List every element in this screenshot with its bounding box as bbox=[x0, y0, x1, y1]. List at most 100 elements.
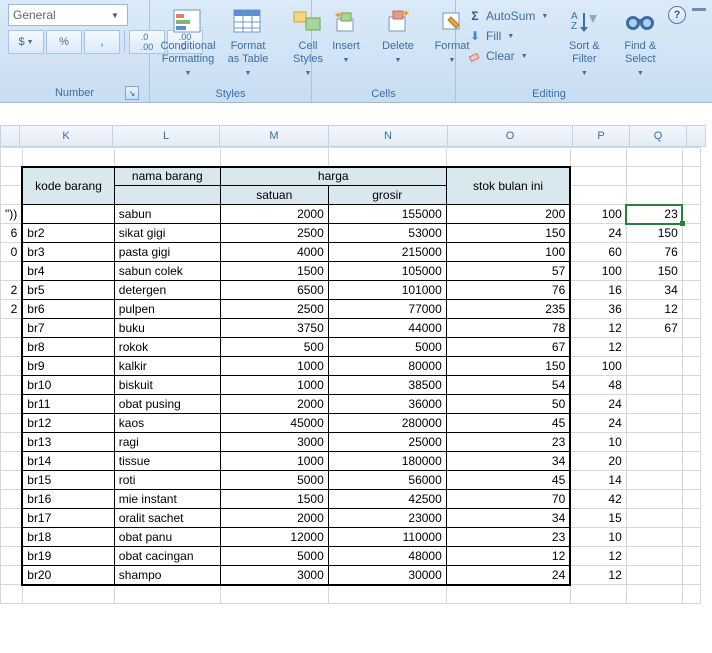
cell[interactable]: br11 bbox=[22, 395, 114, 414]
header-satuan[interactable]: satuan bbox=[220, 186, 328, 205]
help-icon[interactable]: ? bbox=[668, 6, 686, 24]
cell[interactable]: 36000 bbox=[328, 395, 446, 414]
header-stok[interactable]: stok bulan ini bbox=[446, 167, 570, 205]
cell[interactable]: 100 bbox=[446, 243, 570, 262]
cell[interactable]: 45 bbox=[446, 471, 570, 490]
cell[interactable]: 60 bbox=[570, 243, 626, 262]
col-header-q[interactable]: Q bbox=[630, 125, 687, 147]
grid-row[interactable]: br17oralit sachet2000230003415 bbox=[1, 509, 701, 528]
cell[interactable]: 12 bbox=[570, 566, 626, 585]
cell[interactable]: 150 bbox=[626, 224, 682, 243]
col-header-p[interactable]: P bbox=[573, 125, 630, 147]
grid-row[interactable]: 6br2sikat gigi25005300015024150 bbox=[1, 224, 701, 243]
cell[interactable]: 48 bbox=[570, 376, 626, 395]
cell[interactable]: 155000 bbox=[328, 205, 446, 224]
cell[interactable] bbox=[682, 471, 700, 490]
cell[interactable] bbox=[1, 357, 23, 376]
cell[interactable] bbox=[682, 376, 700, 395]
cell[interactable]: 100 bbox=[570, 205, 626, 224]
sort-filter-button[interactable]: AZ Sort & Filter ▼ bbox=[556, 4, 612, 86]
cell[interactable]: 25000 bbox=[328, 433, 446, 452]
cell[interactable]: 14 bbox=[570, 471, 626, 490]
cell[interactable] bbox=[626, 433, 682, 452]
cell[interactable] bbox=[682, 357, 700, 376]
cell[interactable]: br4 bbox=[22, 262, 114, 281]
cell[interactable]: roti bbox=[114, 471, 220, 490]
header-kode-barang[interactable]: kode barang bbox=[22, 167, 114, 205]
cell[interactable] bbox=[1, 376, 23, 395]
cell[interactable]: sabun bbox=[114, 205, 220, 224]
cell[interactable] bbox=[1, 395, 23, 414]
grid-row[interactable]: 2br6pulpen2500770002353612 bbox=[1, 300, 701, 319]
cell[interactable]: br15 bbox=[22, 471, 114, 490]
cell[interactable]: 20 bbox=[570, 452, 626, 471]
cell[interactable]: 76 bbox=[626, 243, 682, 262]
cell[interactable] bbox=[682, 319, 700, 338]
cell[interactable]: 105000 bbox=[328, 262, 446, 281]
cell[interactable]: br2 bbox=[22, 224, 114, 243]
cell[interactable]: 3750 bbox=[220, 319, 328, 338]
cell[interactable]: obat panu bbox=[114, 528, 220, 547]
cell[interactable] bbox=[1, 433, 23, 452]
cell[interactable]: 100 bbox=[570, 357, 626, 376]
cell[interactable]: 54 bbox=[446, 376, 570, 395]
dialog-launcher-icon[interactable]: ↘ bbox=[125, 86, 139, 100]
cell[interactable]: br8 bbox=[22, 338, 114, 357]
grid-row[interactable] bbox=[1, 585, 701, 604]
cell[interactable] bbox=[1, 490, 23, 509]
cell[interactable]: 78 bbox=[446, 319, 570, 338]
cell[interactable]: 2500 bbox=[220, 300, 328, 319]
cell[interactable]: ragi bbox=[114, 433, 220, 452]
grid-row[interactable]: 2br5detergen6500101000761634 bbox=[1, 281, 701, 300]
cell[interactable]: 34 bbox=[446, 509, 570, 528]
grid-row[interactable]: br4sabun colek150010500057100150 bbox=[1, 262, 701, 281]
header-harga[interactable]: harga bbox=[220, 167, 446, 186]
cell[interactable] bbox=[1, 509, 23, 528]
cell[interactable] bbox=[682, 509, 700, 528]
cell[interactable]: 1500 bbox=[220, 490, 328, 509]
cell[interactable] bbox=[626, 414, 682, 433]
cell[interactable] bbox=[682, 414, 700, 433]
cell[interactable]: 10 bbox=[570, 528, 626, 547]
grid-row[interactable]: br11obat pusing2000360005024 bbox=[1, 395, 701, 414]
grid-row[interactable]: "))sabun200015500020010023 bbox=[1, 205, 701, 224]
cell[interactable]: 12000 bbox=[220, 528, 328, 547]
currency-button[interactable]: $ ▼ bbox=[8, 30, 44, 54]
cell[interactable]: 10 bbox=[570, 433, 626, 452]
cell[interactable]: 16 bbox=[570, 281, 626, 300]
cell[interactable] bbox=[682, 205, 700, 224]
find-select-button[interactable]: Find & Select ▼ bbox=[612, 4, 668, 86]
cell[interactable]: 12 bbox=[570, 338, 626, 357]
header-grosir[interactable]: grosir bbox=[328, 186, 446, 205]
cell[interactable]: 48000 bbox=[328, 547, 446, 566]
header-nama-barang[interactable]: nama barang bbox=[114, 167, 220, 186]
cell[interactable] bbox=[682, 433, 700, 452]
cell[interactable]: 2000 bbox=[220, 509, 328, 528]
grid-row[interactable]: br9kalkir100080000150100 bbox=[1, 357, 701, 376]
cell[interactable]: pasta gigi bbox=[114, 243, 220, 262]
col-header-o[interactable]: O bbox=[448, 125, 573, 147]
cell[interactable]: 1000 bbox=[220, 357, 328, 376]
cell[interactable]: 5000 bbox=[328, 338, 446, 357]
cell[interactable] bbox=[1, 414, 23, 433]
cell[interactable] bbox=[1, 262, 23, 281]
cell[interactable] bbox=[682, 395, 700, 414]
cell[interactable] bbox=[626, 376, 682, 395]
grid-row[interactable]: kode barang nama barang harga stok bulan… bbox=[1, 167, 701, 186]
cell[interactable] bbox=[682, 224, 700, 243]
grid-row[interactable]: br19obat cacingan5000480001212 bbox=[1, 547, 701, 566]
grid-row[interactable]: br20shampo3000300002412 bbox=[1, 566, 701, 585]
cell[interactable]: biskuit bbox=[114, 376, 220, 395]
cell[interactable] bbox=[682, 300, 700, 319]
cell[interactable]: 67 bbox=[446, 338, 570, 357]
cell[interactable]: 5000 bbox=[220, 547, 328, 566]
cell[interactable] bbox=[626, 338, 682, 357]
cell[interactable]: 101000 bbox=[328, 281, 446, 300]
cell[interactable]: 50 bbox=[446, 395, 570, 414]
conditional-formatting-button[interactable]: Conditional Formatting ▼ bbox=[158, 4, 218, 86]
comma-button[interactable]: , bbox=[84, 30, 120, 54]
cell[interactable]: br9 bbox=[22, 357, 114, 376]
cell[interactable]: obat pusing bbox=[114, 395, 220, 414]
cell[interactable]: 215000 bbox=[328, 243, 446, 262]
cell[interactable]: 150 bbox=[446, 357, 570, 376]
